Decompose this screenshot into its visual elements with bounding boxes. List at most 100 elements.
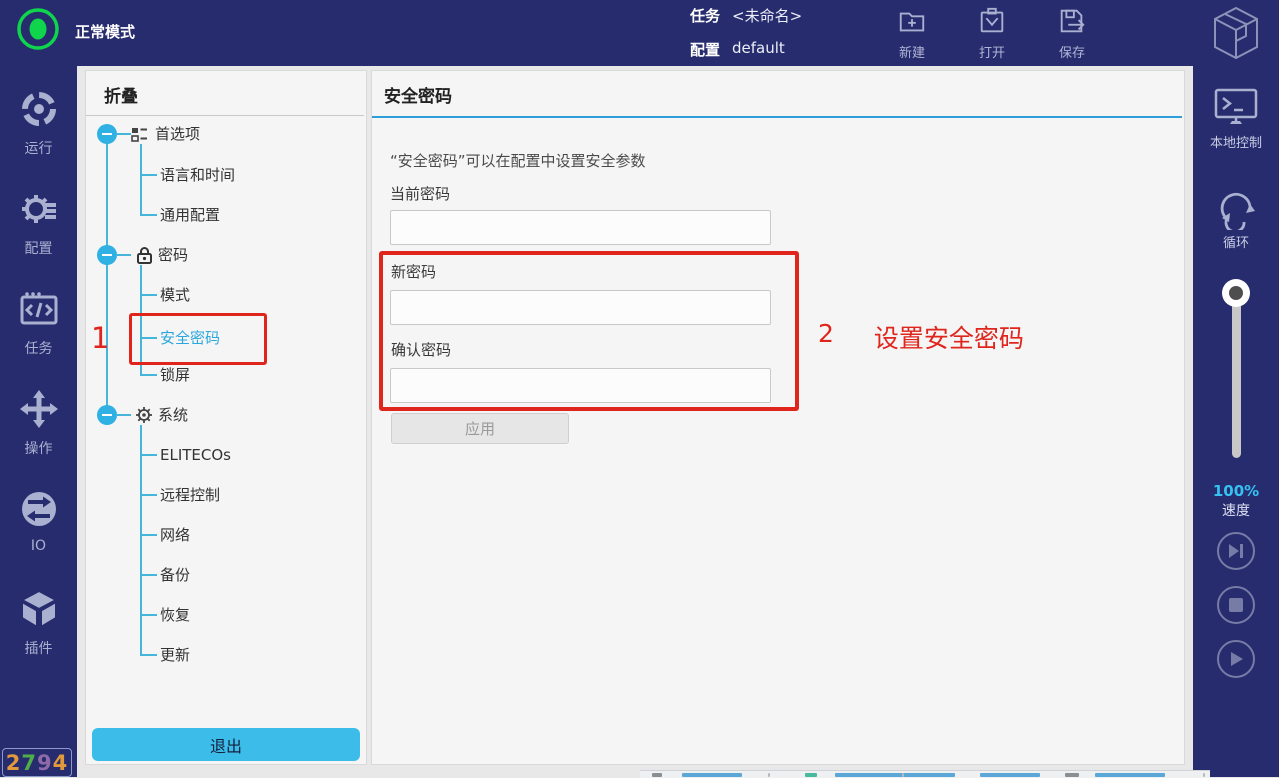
page-title: 安全密码 [384,82,452,107]
tree-branch-line [117,414,131,416]
status-text-fragment [682,773,742,777]
tree-branch-line [140,454,157,456]
tree-branch-line [140,144,142,215]
sidebar-item-run[interactable]: 运行 [0,88,77,158]
operate-move-icon [18,388,60,430]
mode-label: 正常模式 [75,21,135,42]
tree-node-system[interactable]: 系统 [158,405,188,425]
config-gear-icon [18,188,60,230]
sidebar-item-task[interactable]: 任务 [0,288,77,358]
play-button[interactable] [1217,640,1255,678]
status-separator [768,773,770,777]
counter-digit: 4 [53,751,69,775]
plugin-cube-icon [18,588,60,630]
local-control-button[interactable] [1213,86,1259,132]
minus-icon [102,133,112,135]
counter-digit: 9 [37,751,53,775]
sidebar-item-config[interactable]: 配置 [0,188,77,258]
hint-text: “安全密码”可以在配置中设置安全参数 [390,150,646,171]
new-task-button[interactable]: 新建 [877,6,947,61]
annotation-step2: 2 设置安全密码 [818,319,1024,355]
tree-header-divider [86,115,364,116]
tree-trunk-line [106,134,108,415]
annotation-step2-text: 设置安全密码 [874,319,1024,355]
status-text-fragment [835,773,955,777]
current-password-input[interactable] [390,210,771,245]
tree-branch-line [140,374,157,376]
tree-node-password[interactable]: 密码 [158,245,188,265]
current-password-label: 当前密码 [390,183,450,204]
speed-slider-track[interactable] [1232,296,1241,458]
task-name-field[interactable]: 任务 <未命名> [690,5,802,26]
confirm-password-label: 确认密码 [391,339,451,360]
tree-branch-line [140,294,157,296]
loop-label: 循环 [1193,232,1279,251]
speed-value: 100% [1193,482,1279,500]
status-text-fragment [980,773,1040,777]
sidebar-item-operate[interactable]: 操作 [0,388,77,458]
new-file-icon [897,6,927,36]
tree-item-network[interactable]: 网络 [160,525,190,545]
open-task-button[interactable]: 打开 [957,6,1027,61]
tree-item-update[interactable]: 更新 [160,645,190,665]
collapse-toggle-password[interactable] [97,245,117,265]
sidebar-item-label: 配置 [0,238,77,258]
tree-branch-line [140,174,157,176]
tree-item-language-time[interactable]: 语言和时间 [160,165,235,185]
collapse-toggle-system[interactable] [97,405,117,425]
tree-branch-line [140,494,157,496]
play-icon [1229,651,1244,667]
config-value: default [732,39,785,60]
tree-panel-title[interactable]: 折叠 [104,82,138,107]
sidebar-item-label: 插件 [0,638,77,658]
apply-button[interactable]: 应用 [391,413,569,444]
sidebar-item-io[interactable]: IO [0,488,77,554]
new-password-label: 新密码 [391,261,436,282]
tree-item-backup[interactable]: 备份 [160,565,190,585]
config-name-field[interactable]: 配置 default [690,39,785,60]
minus-icon [102,414,112,416]
tree-branch-line [117,133,131,135]
speed-slider-handle[interactable] [1222,279,1250,307]
tree-item-remote-control[interactable]: 远程控制 [160,485,220,505]
status-icon [1065,773,1079,777]
tree-item-restore[interactable]: 恢复 [160,605,190,625]
stop-button[interactable] [1217,586,1255,624]
save-task-button[interactable]: 保存 [1037,6,1107,61]
tree-branch-line [140,654,157,656]
tree-item-general-config[interactable]: 通用配置 [160,205,220,225]
task-value: <未命名> [732,5,802,26]
tree-branch-line [140,425,142,656]
status-text-fragment [1095,773,1165,777]
tree-branch-line [140,265,142,376]
loop-button[interactable] [1214,186,1258,234]
collapse-toggle-preferences[interactable] [97,124,117,144]
local-control-label: 本地控制 [1193,132,1279,151]
tree-branch-line [117,254,131,256]
annotation-step1-number: 1 [91,321,109,355]
save-task-label: 保存 [1037,42,1107,61]
open-file-icon [977,6,1007,36]
io-arrows-icon [18,488,60,530]
tree-item-safety-password[interactable]: 安全密码 [160,328,220,348]
step-button[interactable] [1217,532,1255,570]
new-password-input[interactable] [390,290,771,325]
tree-node-preferences[interactable]: 首选项 [155,124,200,144]
tree-item-mode[interactable]: 模式 [160,285,190,305]
minus-icon [102,254,112,256]
annotation-step2-number: 2 [818,319,834,355]
tree-item-elitecos[interactable]: ELITECOs [160,445,231,465]
preferences-list-icon [131,126,148,143]
exit-button[interactable]: 退出 [92,728,360,761]
tree-branch-line [140,534,157,536]
loop-arrows-icon [1214,186,1258,230]
stop-icon [1229,598,1243,612]
sidebar-item-label: 运行 [0,138,77,158]
tree-branch-line [140,214,157,216]
confirm-password-input[interactable] [390,368,771,403]
sidebar-item-plugin[interactable]: 插件 [0,588,77,658]
save-icon [1057,6,1087,36]
sidebar-item-label: 操作 [0,438,77,458]
tree-item-lock-screen[interactable]: 锁屏 [160,365,190,385]
tree-branch-line [140,614,157,616]
